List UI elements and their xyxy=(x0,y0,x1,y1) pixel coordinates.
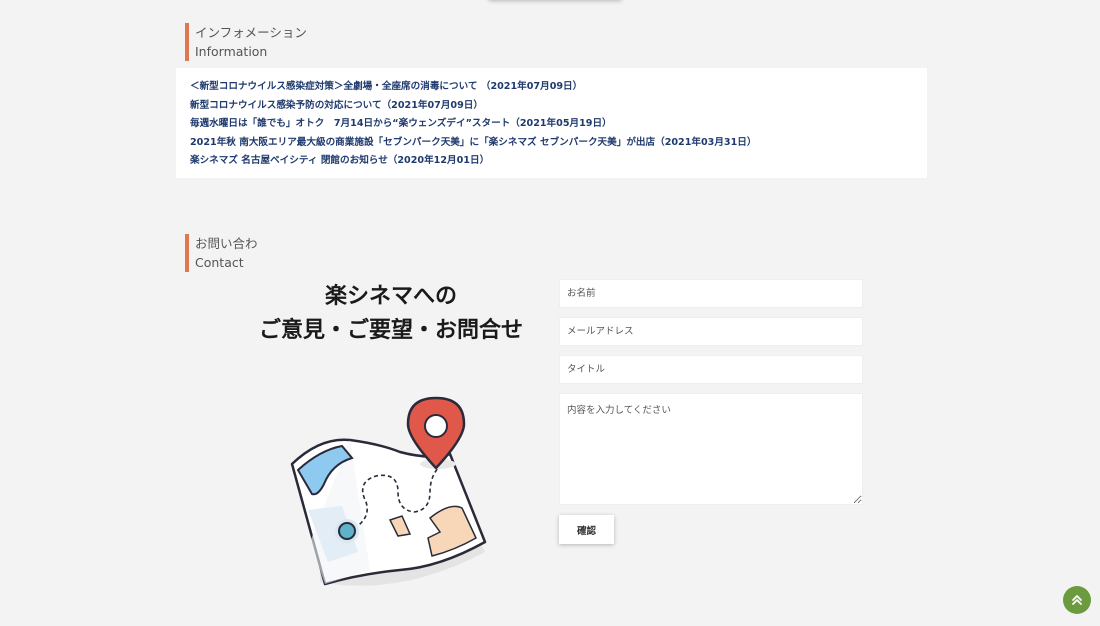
contact-title-line2: ご意見・ご要望・お問合せ xyxy=(258,318,523,343)
news-box: ＜新型コロナウイルス感染症対策＞全劇場・全座席の消毒について （2021年07月… xyxy=(176,68,927,178)
back-to-top-button[interactable] xyxy=(1063,586,1091,614)
double-chevron-up-icon xyxy=(1072,595,1082,605)
news-item[interactable]: 新型コロナウイルス感染予防の対応について（2021年07月09日） xyxy=(190,97,927,116)
email-field[interactable] xyxy=(559,317,863,346)
message-field[interactable] xyxy=(559,393,863,505)
title-field[interactable] xyxy=(559,355,863,384)
contact-title-line1: 楽シネマへの xyxy=(324,284,457,309)
news-list: ＜新型コロナウイルス感染症対策＞全劇場・全座席の消毒について （2021年07月… xyxy=(176,68,927,171)
information-heading-jp: インフォメーション xyxy=(195,25,307,40)
news-item[interactable]: 楽シネマズ 名古屋ベイシティ 閉館のお知らせ（2020年12月01日） xyxy=(190,152,927,171)
news-item[interactable]: 2021年秋 南大阪エリア最大級の商業施設「セブンパーク天美」に「楽シネマズ セ… xyxy=(190,134,927,153)
contact-title: 楽シネマへの ご意見・ご要望・お問合せ xyxy=(232,280,550,348)
contact-heading-en: Contact xyxy=(195,255,244,270)
name-field[interactable] xyxy=(559,279,863,308)
confirm-button[interactable]: 確認 xyxy=(559,515,614,544)
contact-heading-jp: お問い合わ xyxy=(195,236,258,251)
map-pin-illustration xyxy=(280,392,500,597)
news-item[interactable]: ＜新型コロナウイルス感染症対策＞全劇場・全座席の消毒について （2021年07月… xyxy=(190,78,927,97)
contact-heading: お問い合わ Contact xyxy=(185,234,258,272)
news-item[interactable]: 毎週水曜日は「誰でも」オトク 7月14日から“楽ウェンズデイ”スタート（2021… xyxy=(190,115,927,134)
information-heading: インフォメーション Information xyxy=(185,23,307,61)
information-heading-en: Information xyxy=(195,44,268,59)
